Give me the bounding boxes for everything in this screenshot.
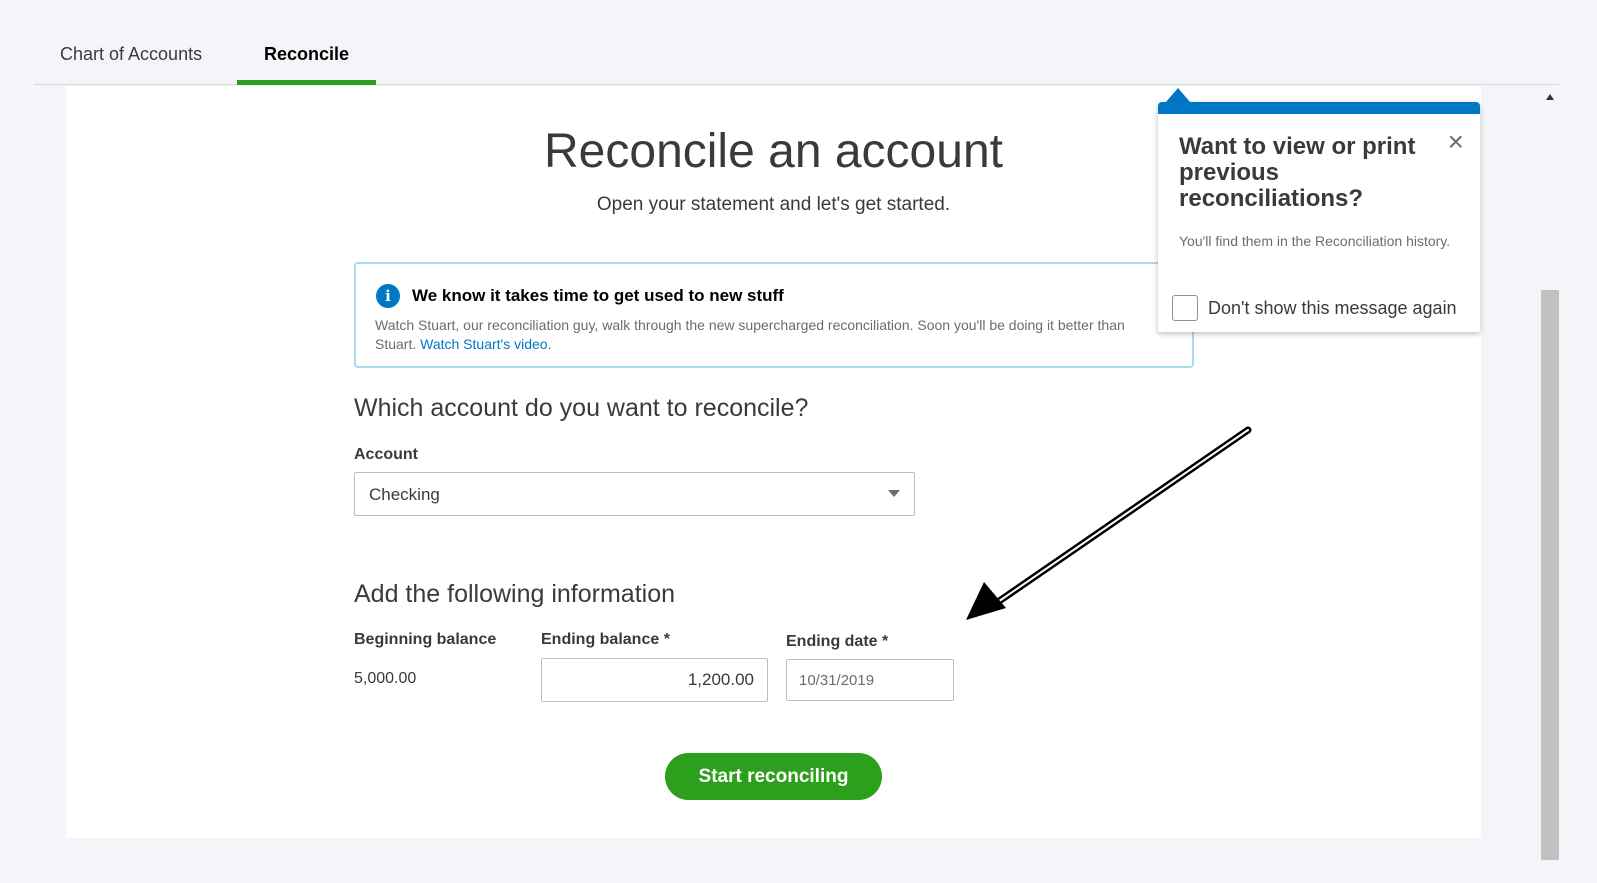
start-reconciling-button[interactable]: Start reconciling <box>665 753 882 800</box>
dont-show-again-checkbox[interactable] <box>1172 295 1198 321</box>
account-label: Account <box>354 446 418 463</box>
account-select-value: Checking <box>369 485 440 504</box>
account-section-heading: Which account do you want to reconcile? <box>354 394 809 422</box>
tab-bar: Chart of Accounts Reconcile <box>34 36 1559 85</box>
ending-balance-label: Ending balance * <box>541 631 670 648</box>
chevron-down-icon <box>888 490 900 497</box>
reconciliation-history-popover: Want to view or print previous reconcili… <box>1158 102 1480 332</box>
tab-reconcile[interactable]: Reconcile <box>264 44 349 65</box>
ending-date-input[interactable] <box>786 659 954 701</box>
beginning-balance-label: Beginning balance <box>354 631 497 648</box>
ending-date-label: Ending date * <box>786 633 889 650</box>
account-select[interactable]: Checking <box>354 472 915 516</box>
ending-balance-input[interactable] <box>541 658 768 702</box>
info-banner-body: Watch Stuart, our reconciliation guy, wa… <box>375 316 1165 354</box>
popover-body: You'll find them in the Reconciliation h… <box>1179 233 1451 249</box>
popover-pointer <box>1166 88 1190 102</box>
info-banner: i We know it takes time to get used to n… <box>354 262 1194 368</box>
watch-video-link[interactable]: Watch Stuart's video. <box>420 336 551 352</box>
info-banner-title: We know it takes time to get used to new… <box>412 286 784 305</box>
annotation-arrow-icon <box>966 426 1252 620</box>
info-icon: i <box>376 284 400 308</box>
dont-show-again-label[interactable]: Don't show this message again <box>1208 298 1457 319</box>
active-tab-indicator <box>237 80 376 85</box>
scroll-up-icon[interactable] <box>1546 94 1554 100</box>
close-icon[interactable]: × <box>1448 128 1464 156</box>
tab-chart-of-accounts[interactable]: Chart of Accounts <box>60 44 202 65</box>
info-section-heading: Add the following information <box>354 580 676 608</box>
scrollbar-thumb[interactable] <box>1541 290 1559 860</box>
beginning-balance-value: 5,000.00 <box>354 670 417 687</box>
popover-title: Want to view or print previous reconcili… <box>1179 133 1416 212</box>
